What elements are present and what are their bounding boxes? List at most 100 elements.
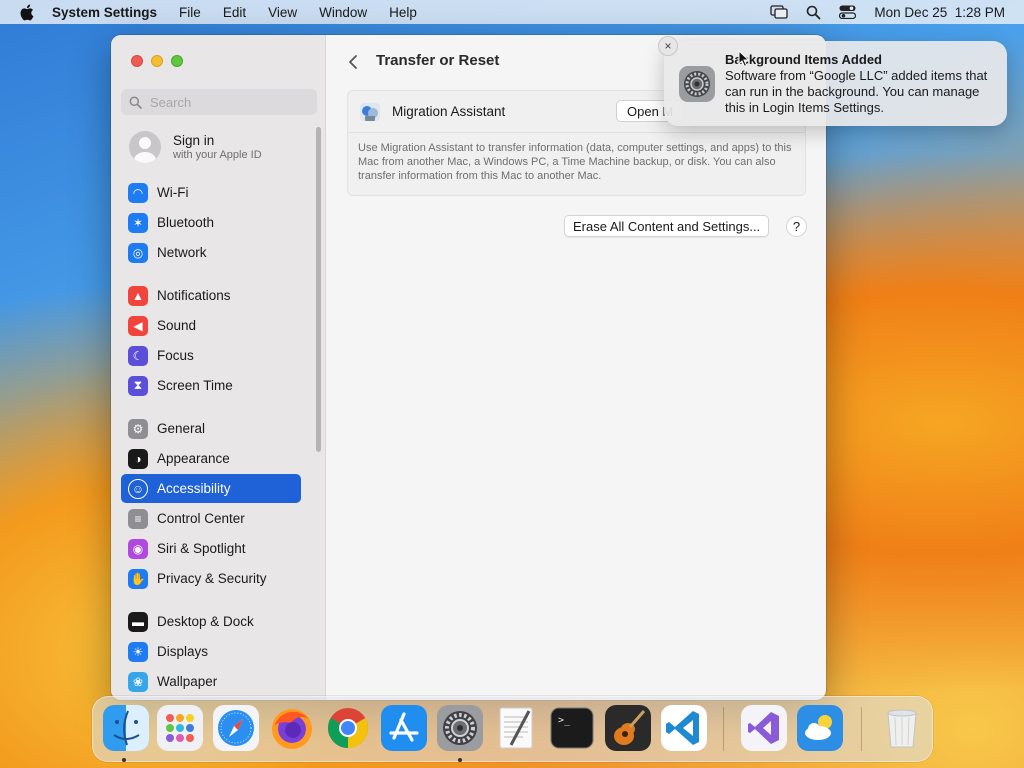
sidebar-item-network[interactable]: ◎ Network (121, 238, 301, 267)
dock-trash[interactable] (879, 705, 925, 751)
system-settings-window: Search Sign in with your Apple ID ◠ Wi-Fi… (111, 35, 826, 700)
sidebar-item-label: Displays (157, 644, 209, 659)
sidebar-item-bluetooth[interactable]: ✶ Bluetooth (121, 208, 301, 237)
gear-icon: ⚙ (128, 418, 148, 439)
sidebar-item-sound[interactable]: ◀ Sound (121, 311, 301, 340)
sidebar-item-label: Accessibility (157, 481, 231, 496)
minimize-window-button[interactable] (151, 55, 163, 67)
sidebar-item-label: Network (157, 245, 207, 260)
sidebar-item-label: Screen Time (157, 378, 233, 393)
sidebar-item-label: Bluetooth (157, 215, 215, 230)
sidebar: Search Sign in with your Apple ID ◠ Wi-Fi… (111, 35, 326, 700)
sidebar-item-wallpaper[interactable]: ❀ Wallpaper (121, 667, 301, 696)
appearance-icon: ◑ (128, 448, 148, 469)
notification-close-button[interactable]: × (658, 36, 678, 56)
dock-chrome[interactable] (325, 705, 371, 751)
apple-menu-icon[interactable] (19, 4, 37, 21)
sidebar-item-label: Control Center (157, 511, 245, 526)
edit-menu[interactable]: Edit (223, 5, 246, 20)
sidebar-item-control-center[interactable]: ≡ Control Center (121, 504, 301, 533)
system-settings-icon (437, 705, 483, 751)
search-field[interactable]: Search (121, 89, 317, 115)
speaker-icon: ◀ (128, 315, 148, 336)
page-title: Transfer or Reset (376, 52, 500, 69)
sidebar-item-privacy-security[interactable]: ✋ Privacy & Security (121, 564, 301, 593)
dock-icon: ▬ (128, 611, 148, 632)
sun-icon: ☀ (128, 641, 148, 662)
dock-launchpad[interactable] (157, 705, 203, 751)
window-menu[interactable]: Window (319, 5, 367, 20)
visual-studio-icon (741, 705, 787, 751)
sidebar-item-label: Focus (157, 348, 194, 363)
dock: >_ (92, 696, 933, 762)
globe-icon: ◎ (128, 242, 148, 263)
apple-id-signin[interactable]: Sign in with your Apple ID (129, 131, 262, 163)
window-controls (131, 55, 183, 67)
terminal-icon: >_ (550, 707, 594, 749)
mouse-pointer-icon (738, 49, 750, 73)
sidebar-item-displays[interactable]: ☀ Displays (121, 637, 301, 666)
signin-title: Sign in (173, 133, 215, 148)
sidebar-item-focus[interactable]: ☾ Focus (121, 341, 301, 370)
launchpad-icon (157, 705, 203, 751)
view-menu[interactable]: View (268, 5, 297, 20)
system-settings-running-indicator (458, 758, 462, 762)
migration-assistant-description: Use Migration Assistant to transfer info… (358, 142, 792, 182)
migration-assistant-icon (358, 100, 382, 124)
textedit-icon (499, 707, 533, 749)
sidebar-item-screen-time[interactable]: ⧗ Screen Time (121, 371, 301, 400)
dock-firefox[interactable] (269, 705, 315, 751)
zoom-window-button[interactable] (171, 55, 183, 67)
sidebar-item-label: Sound (157, 318, 197, 333)
wallpaper-icon: ❀ (128, 671, 148, 692)
siri-icon: ◉ (128, 538, 148, 559)
vscode-icon (661, 705, 707, 751)
dock-textedit[interactable] (493, 705, 539, 751)
sidebar-item-notifications[interactable]: ▲ Notifications (121, 281, 301, 310)
menu-bar: System Settings File Edit View Window He… (0, 0, 1024, 24)
sidebar-item-label: Appearance (157, 451, 230, 466)
control-center-icon[interactable] (839, 5, 857, 19)
background-items-notification[interactable]: Background Items Added Software from “Go… (664, 41, 1007, 126)
hourglass-icon: ⧗ (128, 375, 148, 396)
dock-visual-studio[interactable] (741, 705, 787, 751)
dock-finder[interactable] (103, 705, 149, 751)
bluetooth-icon: ✶ (128, 212, 148, 233)
sidebar-item-siri-spotlight[interactable]: ◉ Siri & Spotlight (121, 534, 301, 563)
dock-terminal[interactable]: >_ (549, 705, 595, 751)
system-settings-gear-icon (678, 65, 716, 103)
erase-all-content-button[interactable]: Erase All Content and Settings... (564, 215, 770, 237)
sidebar-item-label: Wi-Fi (157, 185, 189, 200)
help-menu[interactable]: Help (389, 5, 417, 20)
sidebar-item-accessibility[interactable]: ☺ Accessibility (121, 474, 301, 503)
chrome-icon (328, 708, 368, 748)
dock-safari[interactable] (213, 705, 259, 751)
screen-mirroring-icon[interactable] (770, 5, 789, 19)
file-menu[interactable]: File (179, 5, 201, 20)
back-chevron-icon[interactable] (347, 53, 359, 76)
sidebar-item-desktop-dock[interactable]: ▬ Desktop & Dock (121, 607, 301, 636)
spotlight-search-icon[interactable] (806, 5, 821, 20)
dock-app-store[interactable] (381, 705, 427, 751)
app-name-menu[interactable]: System Settings (52, 5, 157, 20)
hand-icon: ✋ (128, 568, 148, 589)
clock-datetime[interactable]: Mon Dec 25 1:28 PM (874, 5, 1005, 20)
close-window-button[interactable] (131, 55, 143, 67)
notification-body: Software from “Google LLC” added items t… (725, 68, 988, 115)
sidebar-item-label: Desktop & Dock (157, 614, 254, 629)
wifi-icon: ◠ (128, 182, 148, 203)
dock-system-settings[interactable] (437, 705, 483, 751)
sidebar-scrollbar[interactable] (316, 127, 321, 452)
sidebar-item-general[interactable]: ⚙ General (121, 414, 301, 443)
safari-icon (213, 705, 259, 751)
dock-vscode[interactable] (661, 705, 707, 751)
finder-running-indicator (122, 758, 126, 762)
dock-weather[interactable] (797, 705, 843, 751)
sidebar-item-appearance[interactable]: ◑ Appearance (121, 444, 301, 473)
help-button[interactable]: ? (786, 216, 807, 237)
dock-garageband[interactable] (605, 705, 651, 751)
signin-subtitle: with your Apple ID (173, 149, 262, 161)
sidebar-item-label: Notifications (157, 288, 231, 303)
accessibility-icon: ☺ (128, 478, 148, 499)
sidebar-item-wi-fi[interactable]: ◠ Wi-Fi (121, 178, 301, 207)
